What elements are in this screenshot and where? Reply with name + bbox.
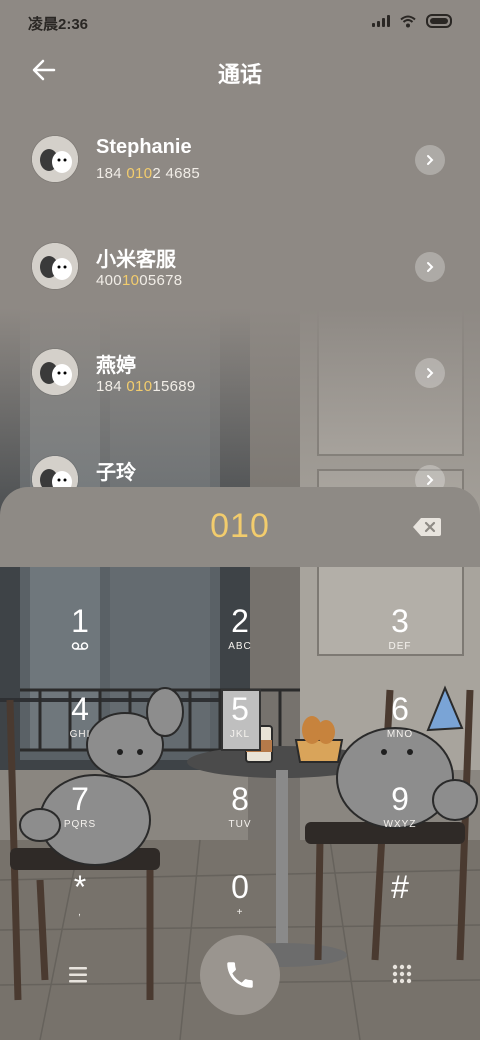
contact-name: 子玲 <box>96 462 136 484</box>
status-time: 凌晨2:36 <box>28 16 89 33</box>
dial-key-6[interactable]: 6 MNO <box>340 691 460 761</box>
contact-name: 燕婷 <box>96 355 136 377</box>
call-button[interactable] <box>200 935 280 1015</box>
keypad-icon[interactable] <box>392 964 412 984</box>
status-icons <box>372 14 454 28</box>
dialed-number[interactable]: 010 <box>0 507 480 546</box>
signal-icon <box>372 15 390 27</box>
wifi-icon <box>400 15 416 27</box>
chevron-right-icon <box>427 262 434 272</box>
dial-key-4[interactable]: 4 GHI <box>20 691 140 761</box>
chevron-right-icon <box>427 368 434 378</box>
menu-icon[interactable] <box>68 966 88 984</box>
dial-key-2[interactable]: 2 ABC <box>180 603 300 673</box>
battery-icon <box>426 14 452 28</box>
dial-key-8[interactable]: 8 TUV <box>180 781 300 851</box>
contact-detail-button[interactable] <box>415 358 445 388</box>
dial-input-panel: 010 <box>0 487 480 567</box>
contact-name: 小米客服 <box>96 249 176 271</box>
page-title: 通话 <box>217 62 262 87</box>
contact-detail-button[interactable] <box>415 145 445 175</box>
dial-key-0[interactable]: 0 + <box>180 869 300 939</box>
contact-number: 184 01015689 <box>96 378 196 395</box>
dial-key-1[interactable]: 1 <box>20 603 140 673</box>
contact-item[interactable]: 小米客服 4001005678 <box>0 243 480 343</box>
status-bar: 凌晨2:36 <box>0 0 480 44</box>
dial-key-hash[interactable]: # <box>340 869 460 939</box>
contact-item[interactable]: 燕婷 184 01015689 <box>0 349 480 449</box>
chevron-right-icon <box>427 475 434 485</box>
avatar <box>32 349 78 395</box>
dial-key-5[interactable]: 5 JKL <box>180 691 300 761</box>
contact-item[interactable]: Stephanie 184 0102 4685 <box>0 136 480 236</box>
backspace-icon[interactable] <box>413 517 441 537</box>
avatar <box>32 136 78 182</box>
dial-key-9[interactable]: 9 WXYZ <box>340 781 460 851</box>
contact-detail-button[interactable] <box>415 252 445 282</box>
avatar <box>32 243 78 289</box>
voicemail-icon <box>71 642 89 650</box>
dial-key-star[interactable]: *, <box>20 869 140 939</box>
dial-key-7[interactable]: 7 PQRS <box>20 781 140 851</box>
dial-key-3[interactable]: 3 DEF <box>340 603 460 673</box>
contact-name: Stephanie <box>96 136 192 158</box>
chevron-right-icon <box>427 155 434 165</box>
phone-icon <box>227 962 253 988</box>
contact-number: 4001005678 <box>96 272 183 289</box>
contact-number: 184 0102 4685 <box>96 165 201 182</box>
